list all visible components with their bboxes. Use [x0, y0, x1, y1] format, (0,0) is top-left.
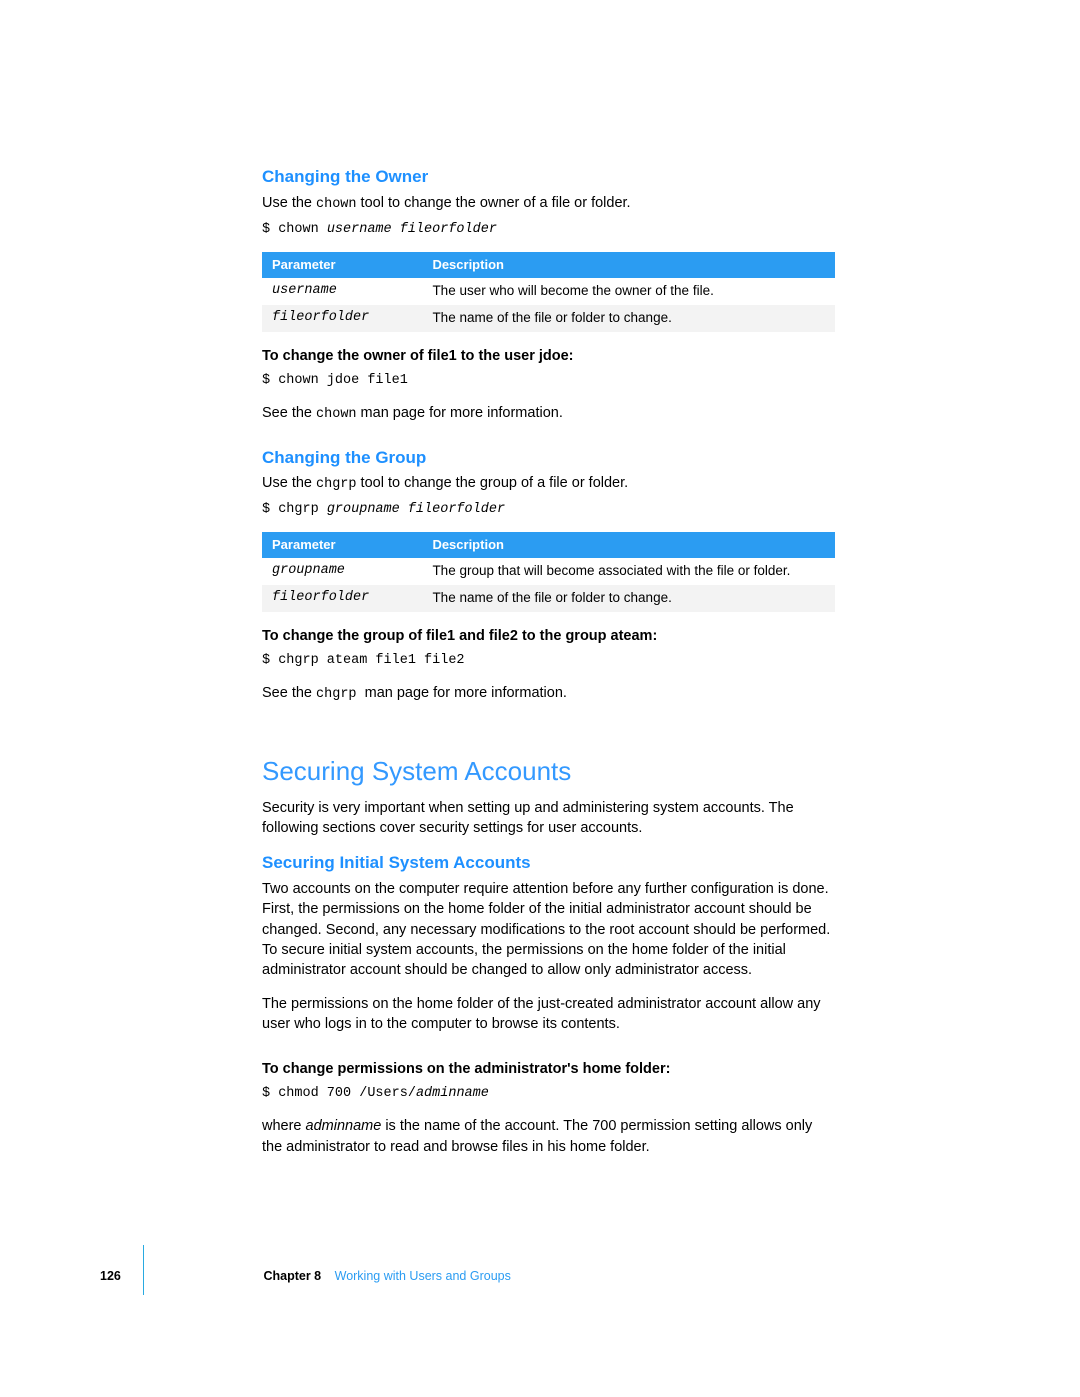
- table-header-description: Description: [422, 532, 835, 558]
- document-page: Changing the Owner Use the chown tool to…: [0, 0, 1080, 1397]
- paragraph: Use the chgrp tool to change the group o…: [262, 473, 835, 495]
- heading-securing-system-accounts: Securing System Accounts: [262, 753, 835, 789]
- heading-changing-owner: Changing the Owner: [262, 165, 835, 189]
- table-header-parameter: Parameter: [262, 532, 422, 558]
- table-row: fileorfolder The name of the file or fol…: [262, 585, 835, 612]
- parameter-table-chown: Parameter Description username The user …: [262, 252, 835, 332]
- parameter-table-chgrp: Parameter Description groupname The grou…: [262, 532, 835, 612]
- heading-securing-initial: Securing Initial System Accounts: [262, 851, 835, 875]
- heading-changing-group: Changing the Group: [262, 446, 835, 470]
- table-row: fileorfolder The name of the file or fol…: [262, 305, 835, 332]
- code-line: $ chown username fileorfolder: [262, 221, 835, 240]
- task-heading: To change the owner of file1 to the user…: [262, 346, 835, 366]
- page-footer: 126 Chapter 8 Working with Users and Gro…: [100, 1268, 1080, 1286]
- task-heading: To change the group of file1 and file2 t…: [262, 626, 835, 646]
- code-line: $ chown jdoe file1: [262, 372, 835, 391]
- paragraph: Use the chown tool to change the owner o…: [262, 193, 835, 215]
- table-row: groupname The group that will become ass…: [262, 558, 835, 585]
- code-line: $ chgrp groupname fileorfolder: [262, 501, 835, 520]
- code-line: $ chgrp ateam file1 file2: [262, 652, 835, 671]
- code-line: $ chmod 700 /Users/adminname: [262, 1085, 835, 1104]
- task-heading: To change permissions on the administrat…: [262, 1059, 835, 1079]
- table-header-parameter: Parameter: [262, 252, 422, 278]
- paragraph: The permissions on the home folder of th…: [262, 994, 835, 1035]
- paragraph: See the chgrp man page for more informat…: [262, 683, 835, 705]
- table-row: username The user who will become the ow…: [262, 278, 835, 305]
- chapter-label: Chapter 8: [263, 1269, 321, 1283]
- paragraph: where adminname is the name of the accou…: [262, 1116, 835, 1157]
- chapter-title: Working with Users and Groups: [335, 1269, 511, 1283]
- paragraph: Security is very important when setting …: [262, 798, 835, 839]
- page-number: 126: [100, 1268, 135, 1286]
- paragraph: Two accounts on the computer require att…: [262, 879, 835, 980]
- paragraph: See the chown man page for more informat…: [262, 403, 835, 425]
- table-header-description: Description: [422, 252, 835, 278]
